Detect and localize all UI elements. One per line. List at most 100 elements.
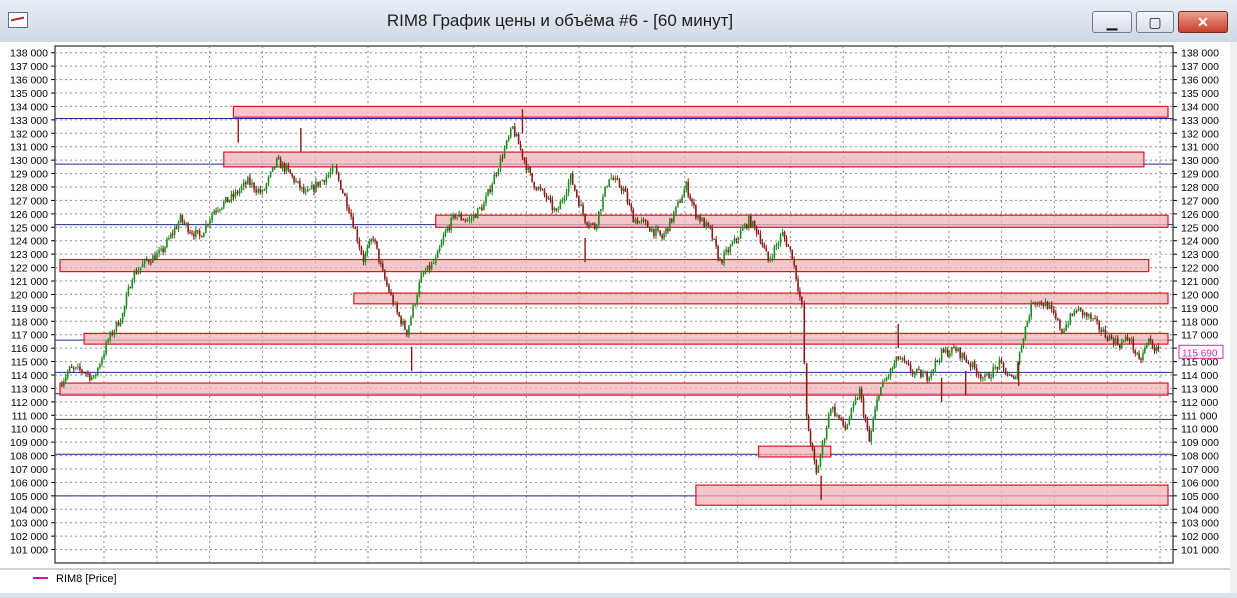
candle-body [133, 271, 136, 281]
y-tick-label: 116 000 [11, 343, 48, 355]
candle-body [195, 230, 197, 237]
candle-body [926, 372, 928, 381]
candle-body [321, 180, 324, 182]
minimize-button[interactable]: ▁ [1092, 11, 1132, 33]
candle-body [289, 169, 292, 174]
candle-body [1048, 305, 1051, 309]
candle-body [1000, 359, 1003, 363]
candle-body [189, 232, 191, 234]
candle-body [775, 245, 778, 247]
candle-body [897, 356, 900, 359]
candle-body [693, 202, 695, 206]
candle-body [87, 373, 89, 375]
candle-body [539, 187, 542, 189]
candle-body [651, 228, 653, 232]
price-chart[interactable]: 101 000102 000103 000104 000105 000106 0… [0, 42, 1237, 593]
price-zone [435, 214, 1169, 228]
candle-body [99, 364, 101, 368]
candle-body [247, 177, 249, 185]
candle-body [1061, 328, 1063, 333]
y-tick-label-right: 133 000 [1181, 115, 1219, 127]
candle-body [959, 347, 961, 359]
candle-body [1136, 353, 1138, 355]
candle-body [709, 225, 712, 228]
candle-body [127, 287, 130, 296]
candle-body [226, 197, 229, 203]
candle-body [942, 348, 945, 353]
candle-body [404, 320, 406, 330]
candle-body [319, 181, 321, 187]
candle-body [1050, 305, 1053, 309]
candle-body [228, 199, 231, 203]
candle-body [217, 210, 219, 212]
candle-body [729, 245, 732, 253]
chart-area[interactable]: 101 000 102 000 103 000 104 000 105 000 106 0… [0, 42, 1237, 593]
candle-body [348, 207, 350, 213]
candle-body [588, 225, 590, 227]
candle-body [850, 408, 853, 419]
candle-body [1024, 326, 1027, 339]
y-tick-label: 129 000 [10, 169, 48, 181]
y-tick-label: 120 000 [10, 289, 48, 301]
candle-body [932, 369, 935, 372]
candle-body [418, 282, 421, 296]
candle-body [507, 136, 510, 141]
y-tick-label-right: 118 000 [1181, 316, 1218, 328]
candle-body [675, 206, 677, 213]
candle-body [920, 369, 922, 378]
candle-body [777, 243, 780, 246]
candle-body [785, 237, 788, 246]
candle-body [301, 187, 303, 189]
candle-body [909, 364, 912, 372]
candle-body [499, 157, 502, 170]
candle-body [299, 181, 301, 189]
candle-body [366, 247, 369, 254]
right-scroll-edge[interactable] [1230, 42, 1237, 593]
candle-body [139, 267, 142, 271]
price-zone [59, 382, 1169, 396]
candle-body [1057, 318, 1059, 321]
candle-body [370, 239, 373, 242]
title-bar: RIM8 График цены и объёма #6 - [60 минут… [0, 0, 1237, 43]
candle-body [622, 188, 625, 192]
y-tick-label-right: 136 000 [1181, 75, 1219, 87]
close-button[interactable]: ✕ [1178, 11, 1228, 33]
candle-body [838, 414, 840, 419]
candle-body [313, 185, 315, 192]
candle-body [567, 182, 570, 193]
candle-body [380, 262, 382, 264]
candle-body [517, 133, 520, 145]
candle-body [394, 303, 396, 305]
candle-body [773, 246, 776, 258]
candle-body [809, 431, 812, 444]
candle-body [727, 249, 730, 253]
candle-body [462, 219, 465, 221]
candle-body [426, 265, 429, 272]
candle-body [571, 173, 574, 185]
candle-body [485, 195, 487, 204]
candle-body [531, 173, 533, 182]
candle-body [364, 253, 367, 262]
candle-body [160, 248, 162, 251]
y-tick-label: 128 000 [10, 182, 48, 194]
candle-body [1055, 312, 1057, 319]
candle-body [259, 188, 262, 193]
candle-body [1020, 346, 1023, 353]
candle-body [797, 279, 799, 292]
y-tick-label-right: 114 000 [1181, 370, 1218, 382]
candle-body [750, 216, 752, 228]
candle-body [1120, 341, 1123, 348]
candle-body [444, 230, 447, 237]
candle-body [578, 196, 580, 206]
candle-body [771, 257, 774, 259]
candle-body [1079, 307, 1082, 310]
candle-body [72, 367, 75, 369]
y-tick-label: 124 000 [10, 236, 48, 248]
candle-body [402, 320, 404, 325]
candle-body [245, 182, 247, 185]
candle-body [1042, 304, 1045, 307]
candle-body [751, 221, 754, 228]
candle-body [653, 228, 655, 236]
maximize-button[interactable]: ▢ [1136, 11, 1174, 33]
candle-body [103, 353, 105, 359]
